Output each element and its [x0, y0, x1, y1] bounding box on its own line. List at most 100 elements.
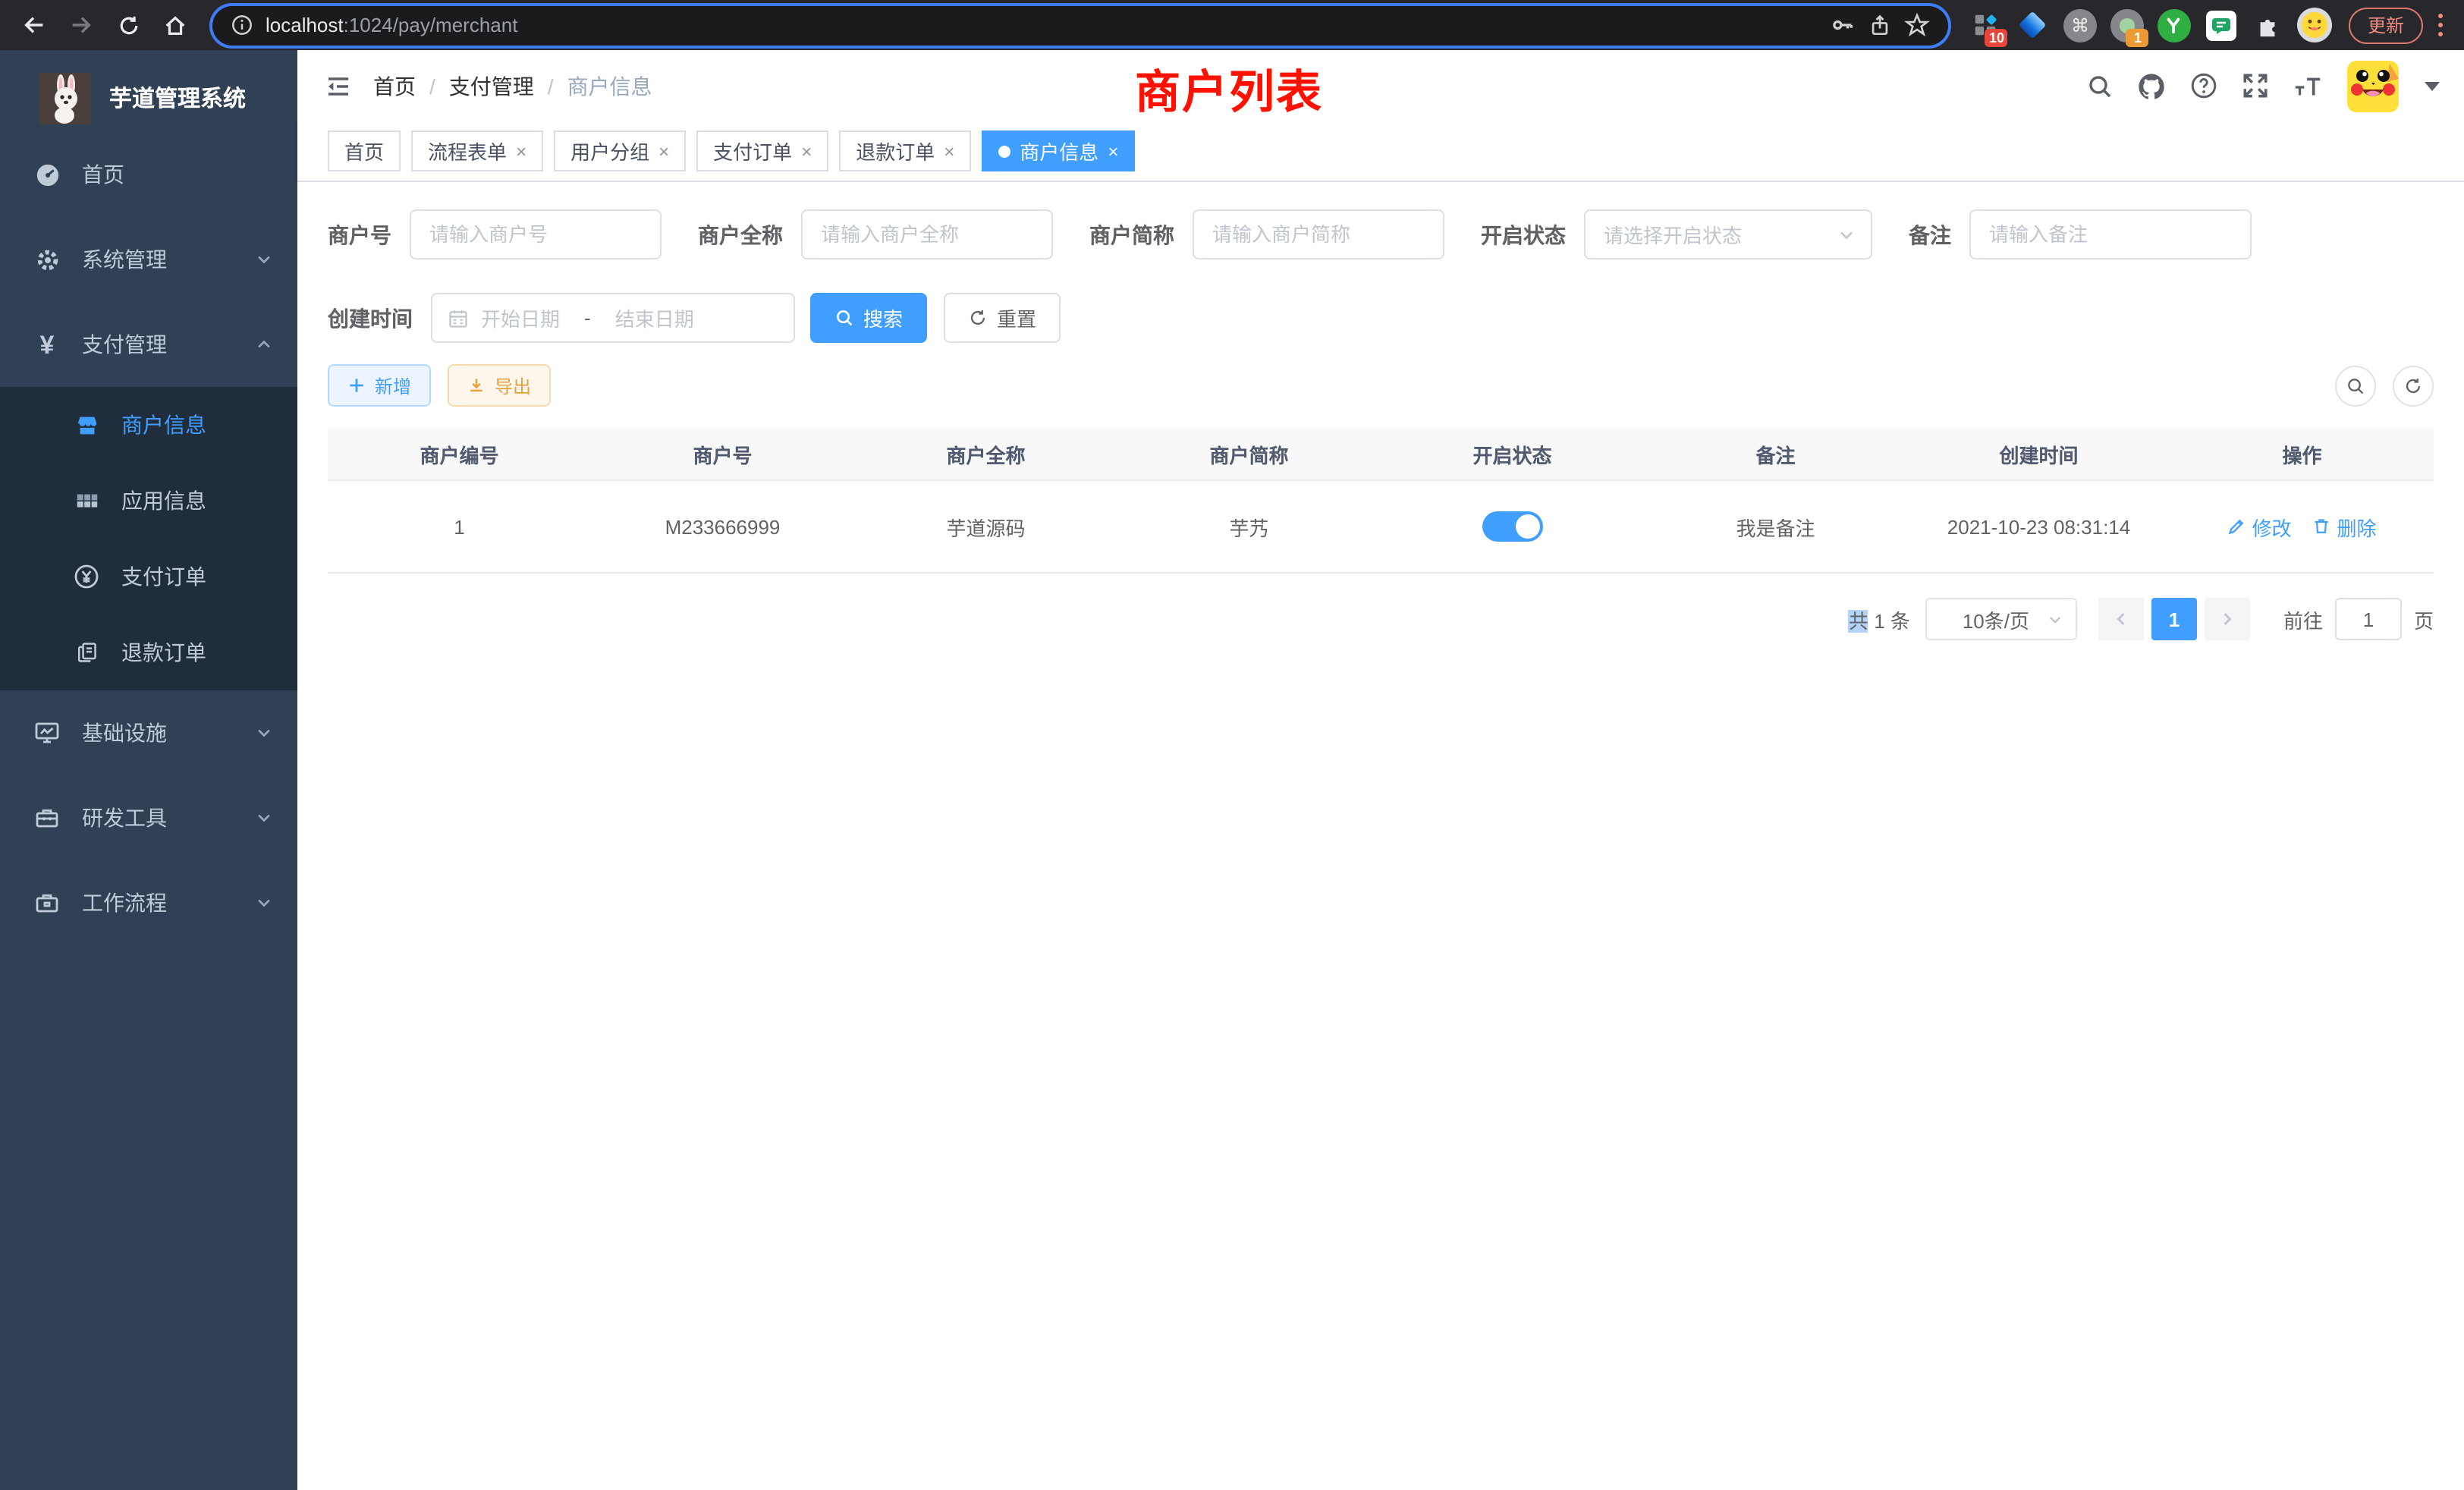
sidebar-item-infra[interactable]: 基础设施	[0, 690, 297, 775]
sidebar-item-home[interactable]: 首页	[0, 132, 297, 217]
chevron-left-icon	[2112, 610, 2130, 628]
close-icon[interactable]: ×	[658, 140, 669, 162]
tags-view-bar: 首页 流程表单× 用户分组× 支付订单× 退款订单× 商户信息×	[297, 121, 2464, 182]
full-name-input[interactable]	[801, 209, 1053, 259]
add-button[interactable]: 新增	[328, 364, 431, 407]
page-number-button[interactable]: 1	[2151, 598, 2197, 640]
goto-page-input[interactable]	[2335, 598, 2402, 640]
extension-badge: 10	[1985, 28, 2008, 46]
gear-icon	[33, 247, 61, 272]
cell-merchant-id: 1	[328, 515, 591, 538]
chevron-up-icon	[255, 335, 273, 354]
search-icon[interactable]	[2086, 72, 2114, 99]
short-name-input[interactable]	[1193, 209, 1444, 259]
sidebar-item-system[interactable]: 系统管理	[0, 217, 297, 302]
chevron-down-icon	[255, 809, 273, 827]
yen-circle-icon	[73, 563, 100, 590]
table-row: 1 M233666999 芋道源码 芋艿 我是备注 2021-10-23 08:…	[328, 481, 2434, 574]
sidebar-item-merchant-info[interactable]: 商户信息	[0, 387, 297, 463]
export-button[interactable]: 导出	[448, 364, 551, 407]
extension-gem-icon[interactable]	[2011, 2, 2055, 48]
site-info-icon[interactable]	[231, 14, 253, 36]
search-icon	[2346, 376, 2365, 395]
extension-chat-icon[interactable]	[2199, 2, 2243, 48]
avatar-caret-icon[interactable]	[2425, 81, 2440, 90]
url-bar[interactable]: localhost:1024/pay/merchant	[212, 5, 1949, 45]
help-icon[interactable]	[2189, 71, 2218, 100]
store-icon	[73, 412, 100, 438]
github-icon[interactable]	[2136, 71, 2167, 101]
show-search-button[interactable]	[2335, 365, 2376, 406]
filter-label-status: 开启状态	[1481, 219, 1566, 250]
refresh-icon	[2403, 376, 2423, 395]
filter-label-short-name: 商户简称	[1089, 219, 1174, 250]
tab-merchant-info[interactable]: 商户信息×	[982, 130, 1135, 171]
merchant-no-input[interactable]	[410, 209, 662, 259]
status-select[interactable]: 请选择开启状态	[1584, 209, 1872, 259]
user-avatar[interactable]	[2347, 60, 2399, 112]
tab-refund-orders[interactable]: 退款订单×	[839, 130, 971, 171]
cell-created-at: 2021-10-23 08:31:14	[1907, 515, 2170, 538]
search-button[interactable]: 搜索	[810, 293, 927, 343]
font-size-icon[interactable]	[2293, 72, 2324, 99]
sidebar-item-workflow[interactable]: 工作流程	[0, 860, 297, 945]
goto-unit: 页	[2414, 605, 2434, 633]
refresh-table-button[interactable]	[2393, 365, 2434, 406]
password-key-icon[interactable]	[1831, 12, 1856, 38]
download-icon	[467, 376, 486, 395]
cell-merchant-no: M233666999	[591, 515, 854, 538]
browser-back-icon[interactable]	[12, 3, 56, 47]
screen: localhost:1024/pay/merchant 10 ⌘ 1	[0, 0, 2464, 1490]
browser-avatar-icon[interactable]	[2293, 2, 2337, 48]
tab-process-form[interactable]: 流程表单×	[411, 130, 543, 171]
close-icon[interactable]: ×	[516, 140, 526, 162]
app-logo[interactable]: 芋道管理系统	[0, 50, 297, 129]
close-icon[interactable]: ×	[944, 140, 954, 162]
sidebar-item-refund-orders[interactable]: 退款订单	[0, 615, 297, 690]
sidebar-item-pay-orders[interactable]: 支付订单	[0, 539, 297, 615]
share-icon[interactable]	[1868, 13, 1893, 37]
sidebar-item-app-info[interactable]: 应用信息	[0, 463, 297, 539]
next-page-button[interactable]	[2205, 598, 2250, 640]
filter-label-created: 创建时间	[328, 303, 413, 333]
remark-input[interactable]	[1969, 209, 2252, 259]
fullscreen-icon[interactable]	[2241, 71, 2270, 100]
extension-command-icon[interactable]: ⌘	[2058, 2, 2102, 48]
date-range-picker[interactable]: 开始日期 - 结束日期	[431, 293, 795, 343]
monitor-chart-icon	[33, 719, 61, 747]
sidebar-item-devtools[interactable]: 研发工具	[0, 775, 297, 860]
url-text: localhost:1024/pay/merchant	[266, 14, 1818, 36]
status-toggle[interactable]	[1482, 511, 1543, 542]
prev-page-button[interactable]	[2098, 598, 2144, 640]
browser-forward-icon[interactable]	[59, 3, 103, 47]
close-icon[interactable]: ×	[801, 140, 812, 162]
extensions-puzzle-icon[interactable]	[2246, 2, 2290, 48]
browser-home-icon[interactable]	[153, 3, 197, 47]
pagination-total: 共 1 条	[1849, 605, 1910, 633]
sidebar-item-pay[interactable]: ¥ 支付管理	[0, 302, 297, 387]
browser-update-button[interactable]: 更新	[2349, 7, 2422, 43]
extension-profile-icon[interactable]: 1	[2105, 2, 2149, 48]
delete-link[interactable]: 删除	[2313, 512, 2377, 541]
page-content: 商户号 商户全称 商户简称 开启状态 请选择开启状态	[297, 182, 2464, 1490]
breadcrumb-home[interactable]: 首页	[373, 71, 416, 101]
tab-home[interactable]: 首页	[328, 130, 401, 171]
breadcrumb-pay[interactable]: 支付管理	[449, 71, 534, 101]
logo-rabbit-icon	[39, 72, 91, 124]
edit-link[interactable]: 修改	[2227, 512, 2291, 541]
bookmark-star-icon[interactable]	[1905, 12, 1931, 38]
browser-reload-icon[interactable]	[106, 3, 150, 47]
sidebar: 芋道管理系统 首页 系统管理	[0, 50, 297, 1490]
search-icon	[834, 308, 854, 328]
calendar-icon	[448, 307, 469, 328]
tab-pay-orders[interactable]: 支付订单×	[696, 130, 828, 171]
extension-grid-icon[interactable]: 10	[1964, 2, 2008, 48]
reset-button[interactable]: 重置	[944, 293, 1061, 343]
sidebar-toggle-icon[interactable]	[325, 72, 352, 99]
chevron-down-icon	[255, 894, 273, 912]
browser-menu-icon[interactable]	[2434, 14, 2452, 37]
page-size-select[interactable]: 10条/页	[1925, 598, 2077, 640]
close-icon[interactable]: ×	[1108, 140, 1118, 162]
extension-yudao-icon[interactable]	[2152, 2, 2196, 48]
tab-user-group[interactable]: 用户分组×	[554, 130, 686, 171]
